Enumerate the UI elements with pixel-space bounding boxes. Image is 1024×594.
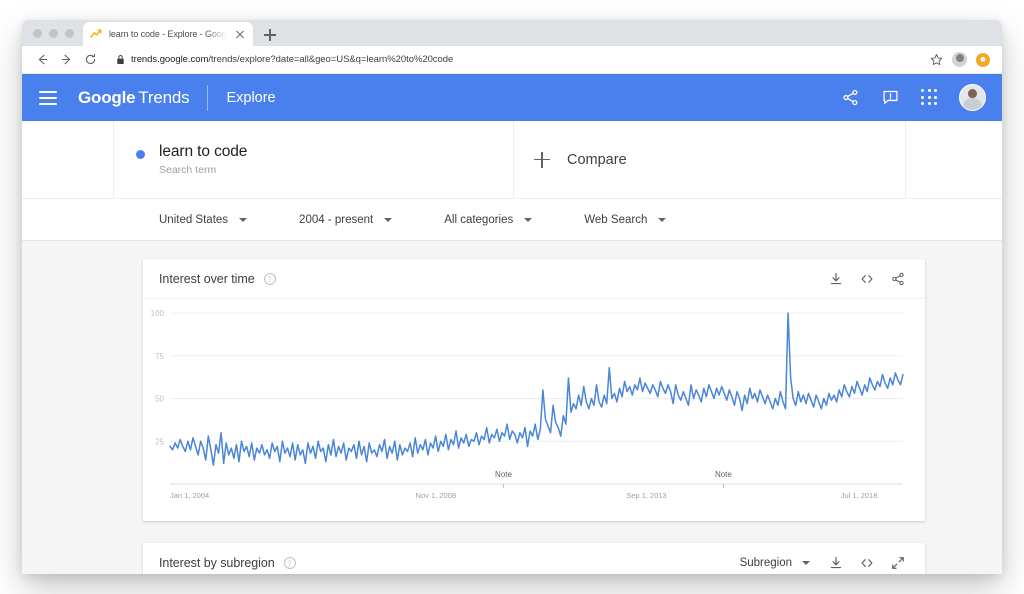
filter-time-range[interactable]: 2004 - present [299, 214, 392, 226]
browser-tab-title: learn to code - Explore - Google [109, 29, 227, 39]
filter-bar: United States 2004 - present All categor… [22, 199, 1002, 241]
extension-icon[interactable] [976, 53, 990, 67]
interest-by-subregion-card: Interest by subregion ? Subregion [143, 543, 925, 574]
star-icon[interactable] [930, 53, 943, 66]
interest-over-time-title: Interest over time [159, 272, 255, 286]
interest-by-subregion-header: Interest by subregion ? Subregion [143, 543, 925, 574]
svg-text:Jul 1, 2018: Jul 1, 2018 [841, 491, 878, 500]
search-term-card[interactable]: learn to code Search term [114, 121, 514, 198]
search-term-text: learn to code Search term [159, 143, 247, 176]
browser-profile-avatar[interactable] [952, 52, 967, 67]
chart-series-line [170, 313, 903, 465]
interest-over-time-header: Interest over time ? [143, 259, 925, 299]
forward-icon[interactable] [54, 48, 78, 72]
svg-text:75: 75 [155, 352, 164, 361]
interest-over-time-plot[interactable]: 100 75 50 25 Note Note Jan 1, 2004 Nov 1, 200… [143, 299, 925, 521]
svg-text:100: 100 [151, 309, 165, 318]
interest-by-subregion-actions: Subregion [740, 556, 905, 571]
filter-location-label: United States [159, 214, 228, 226]
svg-text:25: 25 [155, 437, 164, 446]
expand-icon[interactable] [890, 556, 905, 571]
interest-over-time-actions [828, 271, 905, 286]
chart-y-axis-labels: 100 75 50 25 [151, 309, 165, 446]
filter-category[interactable]: All categories [444, 214, 532, 226]
new-tab-button[interactable] [259, 24, 281, 46]
toolbar-actions [930, 52, 992, 67]
browser-tab[interactable]: learn to code - Explore - Google [83, 22, 253, 46]
app-header: GoogleTrends Explore [22, 74, 1002, 121]
chevron-down-icon [384, 218, 392, 222]
trending-up-icon [90, 28, 102, 40]
compare-label: Compare [567, 152, 627, 168]
filter-time-range-label: 2004 - present [299, 214, 373, 226]
trends-line-chart: 100 75 50 25 Note Note Jan 1, 2004 Nov 1, 200… [143, 299, 969, 521]
window-close-button[interactable] [33, 29, 42, 38]
term-gutter-left [22, 121, 114, 198]
compare-button[interactable]: Compare [514, 121, 906, 198]
share-icon[interactable] [841, 88, 860, 107]
term-gutter-right [906, 121, 1002, 198]
svg-text:50: 50 [155, 395, 164, 404]
close-icon[interactable] [234, 28, 246, 40]
brand-google: Google [78, 88, 135, 107]
chart-annotations: Note Note [495, 470, 732, 488]
account-avatar[interactable] [959, 84, 986, 111]
window-minimize-button[interactable] [49, 29, 58, 38]
reload-icon[interactable] [78, 48, 102, 72]
search-term-bar: learn to code Search term Compare [22, 121, 1002, 199]
filter-location[interactable]: United States [159, 214, 247, 226]
search-term-type: Search term [159, 164, 247, 176]
share-icon[interactable] [890, 271, 905, 286]
page-body: learn to code Search term Compare United… [22, 121, 1002, 574]
embed-code-icon[interactable] [859, 271, 874, 286]
help-icon[interactable]: ? [284, 557, 296, 569]
url-path: /trends/explore?date=all&geo=US&q=learn%… [208, 54, 453, 65]
svg-text:Jan 1, 2004: Jan 1, 2004 [170, 491, 209, 500]
browser-toolbar: trends.google.com/trends/explore?date=al… [22, 46, 1002, 74]
chart-x-axis-labels: Jan 1, 2004 Nov 1, 2008 Sep 1, 2013 Jul 1, … [170, 491, 877, 500]
header-actions [841, 84, 986, 111]
interest-over-time-card: Interest over time ? [143, 259, 925, 521]
filter-category-label: All categories [444, 214, 513, 226]
address-bar-url: trends.google.com/trends/explore?date=al… [131, 54, 453, 65]
download-icon[interactable] [828, 556, 843, 571]
interest-by-subregion-title: Interest by subregion [159, 556, 275, 570]
plus-icon [534, 152, 550, 168]
chevron-down-icon [239, 218, 247, 222]
subregion-dropdown[interactable]: Subregion [740, 557, 810, 569]
window-traffic-lights [30, 20, 83, 46]
svg-text:Sep 1, 2013: Sep 1, 2013 [626, 491, 666, 500]
nav-explore[interactable]: Explore [226, 90, 275, 106]
browser-window: learn to code - Explore - Google [22, 20, 1002, 574]
google-trends-logo[interactable]: GoogleTrends [78, 88, 189, 108]
subregion-dropdown-label: Subregion [740, 557, 792, 569]
help-icon[interactable]: ? [264, 273, 276, 285]
search-term-value: learn to code [159, 143, 247, 161]
window-maximize-button[interactable] [65, 29, 74, 38]
header-divider [207, 85, 208, 111]
url-host: trends.google.com [131, 54, 208, 65]
svg-text:Note: Note [495, 470, 512, 479]
address-bar[interactable]: trends.google.com/trends/explore?date=al… [112, 50, 924, 70]
lock-icon [116, 54, 125, 65]
series-color-dot [136, 150, 145, 159]
svg-text:Nov 1, 2008: Nov 1, 2008 [416, 491, 456, 500]
back-icon[interactable] [30, 48, 54, 72]
browser-tab-strip: learn to code - Explore - Google [22, 20, 1002, 46]
svg-text:Note: Note [715, 470, 732, 479]
cards-area: Interest over time ? [22, 241, 1002, 574]
chart-gridlines [170, 313, 903, 441]
feedback-icon[interactable] [881, 88, 900, 107]
chevron-down-icon [658, 218, 666, 222]
chevron-down-icon [524, 218, 532, 222]
hamburger-menu-icon[interactable] [39, 91, 57, 105]
chevron-down-icon [802, 561, 810, 565]
filter-search-type-label: Web Search [584, 214, 647, 226]
apps-grid-icon[interactable] [921, 89, 938, 106]
download-icon[interactable] [828, 271, 843, 286]
brand-trends: Trends [138, 88, 189, 107]
embed-code-icon[interactable] [859, 556, 874, 571]
filter-search-type[interactable]: Web Search [584, 214, 666, 226]
